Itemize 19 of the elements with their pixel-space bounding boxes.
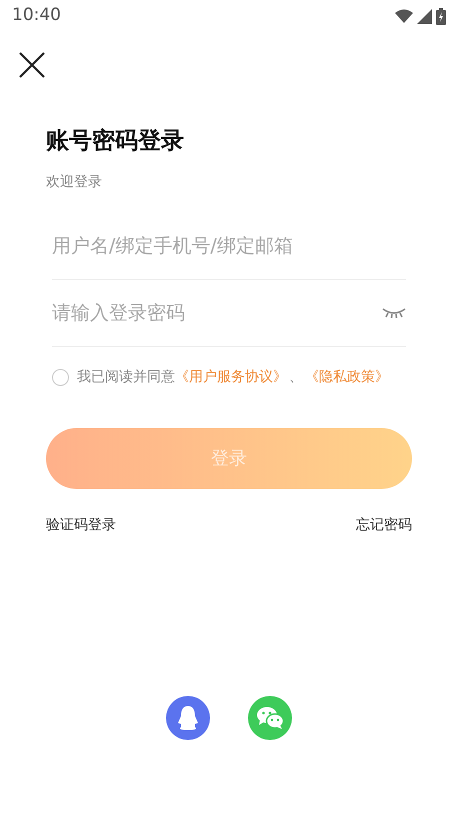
status-time: 10:40	[12, 4, 61, 28]
subtitle: 欢迎登录	[46, 172, 103, 192]
wifi-icon	[395, 9, 413, 23]
agreement-checkbox[interactable]	[52, 368, 69, 386]
agreement-link[interactable]: 《用户服务协议》	[175, 368, 287, 385]
agreement-link[interactable]: 《隐私政策》	[305, 368, 389, 385]
page-title: 账号密码登录	[46, 128, 185, 156]
close-icon[interactable]	[19, 52, 45, 78]
username-field[interactable]: 用户名/绑定手机号/绑定邮箱	[52, 212, 406, 280]
battery-icon	[436, 8, 446, 24]
signal-icon	[417, 8, 432, 24]
text-link[interactable]: 忘记密码	[356, 514, 412, 536]
chat-bubbles-icon[interactable]	[248, 696, 292, 740]
password-field[interactable]: 请输入登录密码	[52, 279, 382, 346]
separator: 、	[289, 368, 303, 385]
penguin-icon[interactable]	[166, 696, 210, 740]
text-link[interactable]: 验证码登录	[46, 514, 116, 536]
agreement-text: 我已阅读并同意	[77, 368, 175, 385]
eye-icon[interactable]	[382, 306, 406, 319]
